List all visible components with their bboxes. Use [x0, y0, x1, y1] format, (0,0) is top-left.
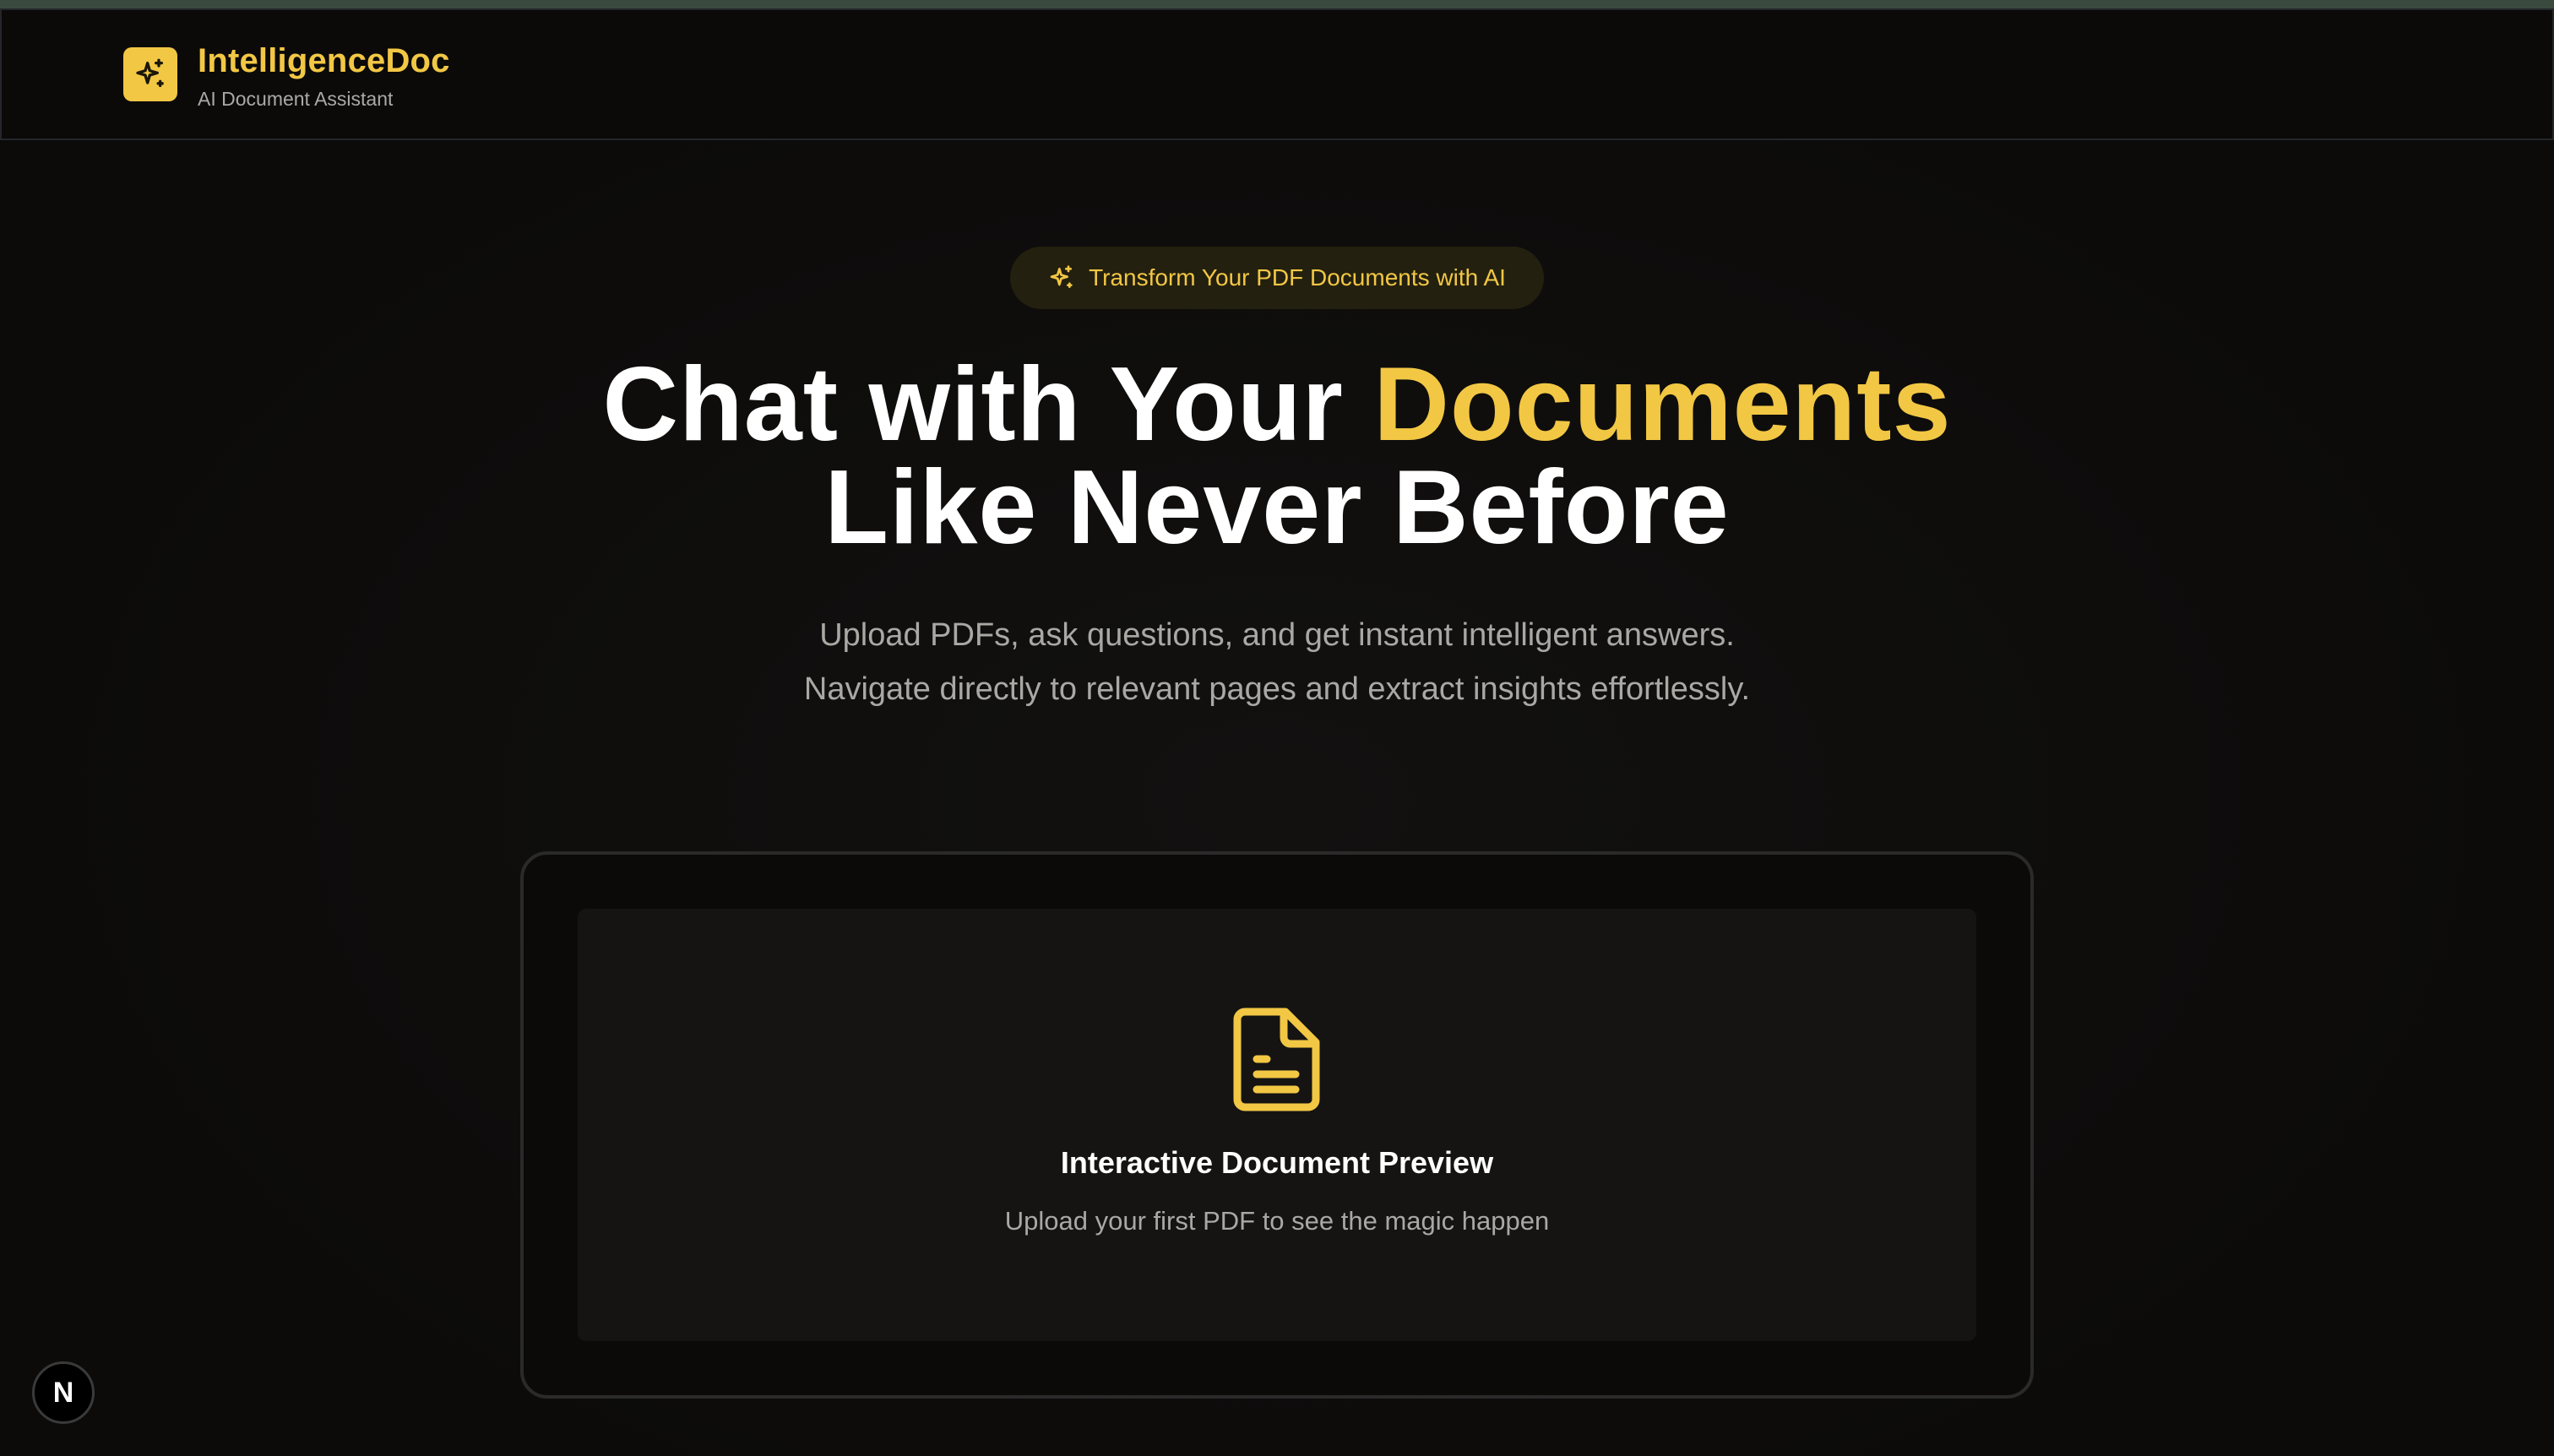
announcement-pill: Transform Your PDF Documents with AI: [1010, 247, 1544, 309]
preview-subtitle: Upload your first PDF to see the magic h…: [1004, 1206, 1550, 1236]
dev-tools-badge[interactable]: N: [32, 1361, 95, 1424]
announcement-text: Transform Your PDF Documents with AI: [1089, 264, 1506, 291]
brand-logo[interactable]: [123, 47, 177, 101]
brand-title[interactable]: IntelligenceDoc: [198, 42, 450, 80]
preview-title: Interactive Document Preview: [1060, 1145, 1494, 1180]
hero-subtitle: Upload PDFs, ask questions, and get inst…: [0, 608, 2554, 716]
app-header: IntelligenceDoc AI Document Assistant: [0, 8, 2554, 140]
document-icon: [1233, 1008, 1320, 1111]
sparkles-icon: [1050, 265, 1073, 288]
sparkles-icon: [136, 58, 164, 88]
document-preview-panel[interactable]: [578, 909, 1976, 1341]
hero-headline: Chat with Your Documents Like Never Befo…: [0, 352, 2554, 560]
headline-line2: Like Never Before: [824, 449, 1730, 566]
brand-subtitle: AI Document Assistant: [198, 88, 394, 110]
subtitle-line1: Upload PDFs, ask questions, and get inst…: [819, 617, 1735, 653]
headline-part1: Chat with Your: [602, 346, 1374, 463]
window-top-strip: [0, 0, 2554, 8]
subtitle-line2: Navigate directly to relevant pages and …: [803, 671, 1751, 707]
headline-accent: Documents: [1373, 346, 1952, 463]
